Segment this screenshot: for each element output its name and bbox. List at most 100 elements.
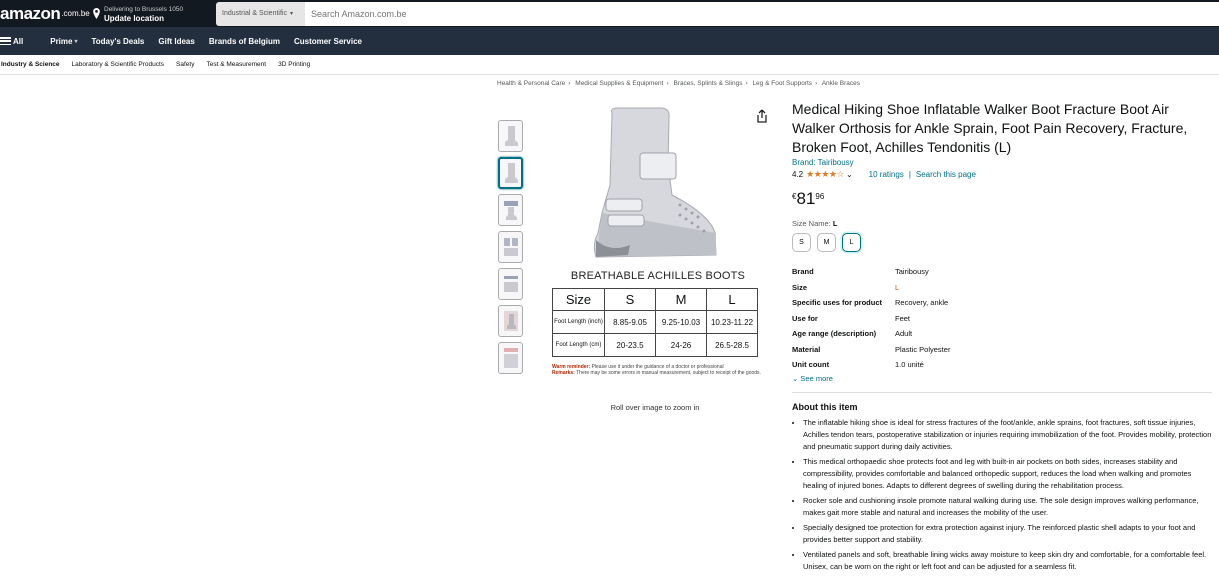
spec-row: Unit count 1.0 unité — [792, 357, 1212, 373]
feature-bullets: The inflatable hiking shoe is ideal for … — [792, 417, 1212, 573]
product-details: Medical Hiking Shoe Inflatable Walker Bo… — [792, 100, 1212, 576]
subnav-item-safety[interactable]: Safety — [170, 61, 200, 68]
chevron-down-icon[interactable]: ⌄ — [846, 170, 853, 179]
spec-value: Recovery, ankle — [895, 298, 949, 308]
deliver-to-location[interactable]: Delivering to Brussels 1050 Update locat… — [92, 5, 216, 23]
thumbnail-image[interactable] — [498, 342, 523, 374]
thumbnail-image[interactable] — [498, 120, 523, 152]
breadcrumb-separator: › — [815, 80, 818, 87]
product-main-image[interactable] — [550, 105, 760, 275]
spec-key: Material — [792, 344, 821, 354]
all-menu-button[interactable]: All — [0, 37, 30, 46]
breadcrumb-item[interactable]: Ankle Braces — [822, 80, 860, 87]
feature-bullet: Rocker sole and cushioning insole promot… — [803, 495, 1212, 519]
logo-text: amazon — [0, 3, 61, 23]
search-category-dropdown[interactable]: Industrial & Scientific ▾ — [216, 1, 305, 26]
size-option-l[interactable]: L — [842, 233, 861, 252]
breadcrumb-separator: › — [568, 80, 571, 87]
feature-bullet: Specially designed toe protection for ex… — [803, 522, 1212, 546]
size-chart-cell: 8.85-9.05 — [604, 310, 656, 334]
breadcrumb-separator: › — [666, 80, 669, 87]
breadcrumb-item[interactable]: Medical Supplies & Equipment — [575, 80, 663, 87]
size-chart-row: Foot Length (inch) 8.85-9.05 9.25-10.03 … — [552, 310, 758, 334]
search-category-label: Industrial & Scientific — [222, 10, 287, 17]
boot-thumbnail-icon — [503, 311, 518, 331]
subnav-item-industry-science[interactable]: Industry & Science — [0, 61, 66, 68]
size-option-m[interactable]: M — [817, 233, 836, 252]
size-label: Size Name: — [792, 219, 831, 228]
size-chart-header: S — [604, 288, 656, 311]
nav-item-label: Brands of Belgium — [208, 36, 280, 46]
size-chart-table: Size S M L Foot Length (inch) 8.85-9.05 … — [552, 288, 758, 357]
size-chart-cell: 9.25-10.03 — [655, 310, 707, 334]
location-pin-icon — [93, 8, 100, 19]
star-rating-icon[interactable]: ★★★★☆ — [806, 169, 844, 180]
remarks-label: Remarks: — [552, 370, 575, 376]
chevron-down-icon: ▾ — [74, 38, 78, 45]
nav-item-prime[interactable]: Prime ▾ — [43, 37, 84, 46]
search-input[interactable] — [305, 1, 1219, 26]
spec-key: Age range (description) — [792, 329, 877, 339]
hamburger-icon — [0, 37, 11, 45]
boot-thumbnail-icon — [503, 201, 518, 220]
thumbnail-list — [498, 120, 523, 374]
thumbnail-image-selected[interactable] — [498, 157, 523, 189]
brand-link[interactable]: Brand: Tairibousy — [792, 158, 1212, 167]
spec-value: Plastic Polyester — [895, 344, 951, 354]
spec-key: Size — [792, 282, 808, 292]
nav-item-customer-service[interactable]: Customer Service — [287, 37, 369, 46]
see-more-link[interactable]: ⌄ See more — [792, 374, 1212, 383]
subnav-item-lab-products[interactable]: Laboratory & Scientific Products — [66, 61, 171, 68]
nav-item-label: Today's Deals — [91, 36, 145, 46]
ratings-count-link[interactable]: 10 ratings — [869, 170, 904, 179]
subnav-item-test-measurement[interactable]: Test & Measurement — [200, 61, 272, 68]
spec-row: Use for Feet — [792, 311, 1212, 327]
breadcrumb-item[interactable]: Braces, Splints & Slings — [673, 80, 742, 87]
deliver-city: Delivering to Brussels 1050 — [104, 5, 184, 13]
thumbnail-image[interactable] — [498, 194, 523, 226]
breadcrumb-item[interactable]: Leg & Foot Supports — [752, 80, 812, 87]
nav-item-label: Customer Service — [293, 36, 362, 46]
size-chart-row-label: Foot Length (inch) — [552, 310, 605, 334]
amazon-logo[interactable]: amazon .com.be — [0, 0, 92, 27]
boot-thumbnail-icon — [503, 238, 518, 256]
chevron-down-icon: ⌄ — [792, 373, 799, 383]
spec-key: Unit count — [792, 360, 830, 370]
nav-item-brands-of-belgium[interactable]: Brands of Belgium — [202, 37, 287, 46]
share-icon[interactable] — [756, 109, 768, 123]
spec-key: Brand — [792, 267, 814, 277]
nav-item-gift-ideas[interactable]: Gift Ideas — [151, 37, 201, 46]
boot-thumbnail-icon — [504, 126, 518, 146]
about-this-item-heading: About this item — [792, 401, 858, 412]
nav-item-todays-deals[interactable]: Today's Deals — [84, 37, 151, 46]
spec-row: Size L — [792, 280, 1212, 296]
category-subnav: Industry & Science Laboratory & Scientif… — [0, 55, 1219, 75]
size-selector-label: Size Name: L — [792, 219, 1212, 228]
spec-value: 1.0 unité — [895, 360, 924, 370]
product-specs: Brand Tairibousy Size L Specific uses for … — [792, 264, 1212, 373]
see-more-label: See more — [800, 373, 833, 383]
rating-value: 4.2 — [792, 170, 804, 179]
logo-tld: .com.be — [61, 9, 90, 18]
spec-row: Age range (description) Adult — [792, 326, 1212, 342]
spec-row: Specific uses for product Recovery, ankle — [792, 295, 1212, 311]
spec-row: Brand Tairibousy — [792, 264, 1212, 280]
size-chart-cell: 10.23-11.22 — [706, 310, 758, 334]
size-option-s[interactable]: S — [792, 233, 811, 252]
thumbnail-image[interactable] — [498, 305, 523, 337]
spec-value: Feet — [895, 313, 911, 323]
spec-row: Material Plastic Polyester — [792, 342, 1212, 358]
main-nav: All Prime ▾ Today's Deals Gift Ideas Bra… — [0, 27, 1219, 55]
breadcrumb-item[interactable]: Health & Personal Care — [497, 80, 565, 87]
walker-boot-illustration — [593, 107, 717, 258]
thumbnail-image[interactable] — [498, 231, 523, 263]
size-chart-cell: 26.5-28.5 — [706, 333, 758, 357]
subnav-item-3d-printing[interactable]: 3D Printing — [272, 61, 316, 68]
search-bar: Industrial & Scientific ▾ — [216, 1, 1219, 26]
size-chart-header-row: Size S M L — [552, 288, 758, 311]
size-selected-value: L — [832, 219, 838, 228]
size-chart-header: Size — [552, 288, 605, 311]
search-this-page-link[interactable]: Search this page — [916, 170, 976, 179]
size-chart-row: Foot Length (cm) 20-23.5 24-26 26.5-28.5 — [552, 333, 758, 357]
thumbnail-image[interactable] — [498, 268, 523, 300]
